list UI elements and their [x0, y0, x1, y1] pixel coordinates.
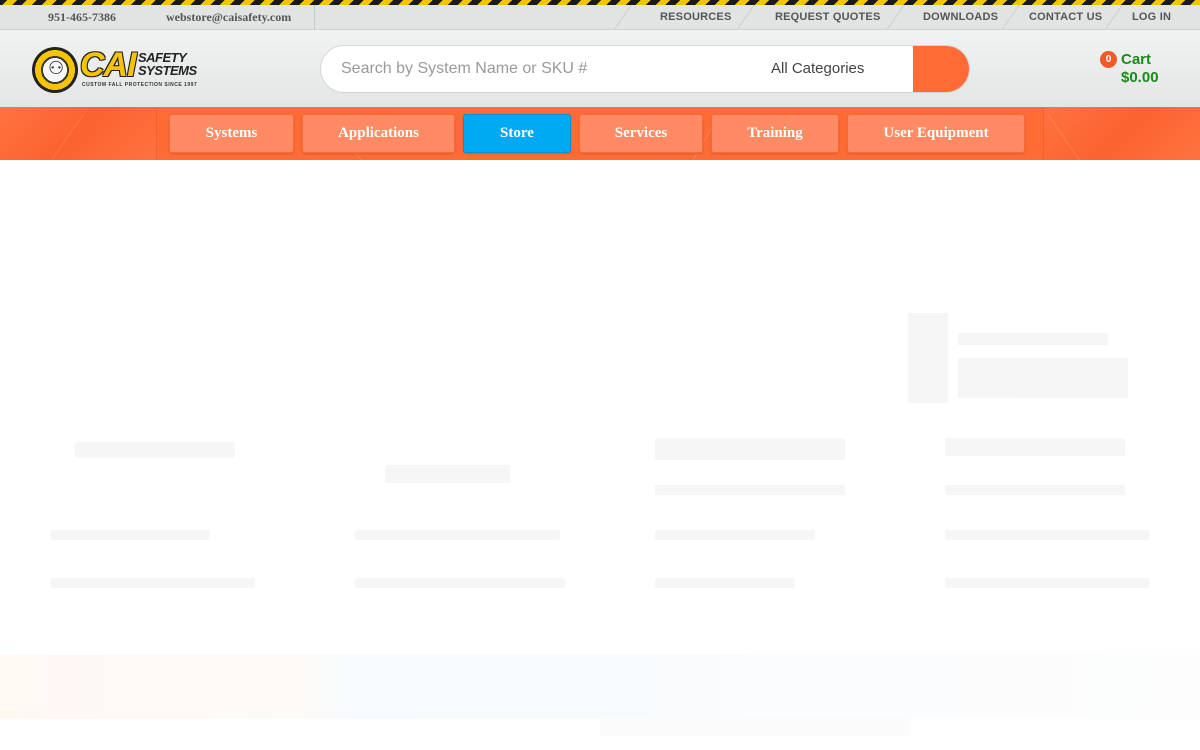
faded-content — [655, 485, 845, 495]
faded-content — [50, 578, 255, 588]
email-link[interactable]: webstore@caisafety.com — [166, 10, 291, 25]
site-header: ⚇ CAI SAFETY SYSTEMS CUSTOM FALL PROTECT… — [0, 30, 1200, 107]
faded-content — [655, 578, 795, 588]
contact-us-link[interactable]: CONTACT US — [1029, 11, 1102, 23]
main-nav: Systems Applications Store Services Trai… — [0, 107, 1200, 160]
nav-store[interactable]: Store — [463, 114, 571, 153]
category-select[interactable]: All Categories — [771, 60, 864, 77]
divider — [1001, 5, 1020, 30]
faded-content — [945, 578, 1150, 588]
nav-training[interactable]: Training — [711, 114, 839, 153]
faded-content — [75, 442, 235, 458]
faded-content — [655, 438, 845, 460]
nav-applications[interactable]: Applications — [302, 114, 455, 153]
cart-count-badge: 0 — [1100, 51, 1117, 68]
nav-services[interactable]: Services — [579, 114, 703, 153]
faded-content — [945, 530, 1150, 540]
resources-link[interactable]: RESOURCES — [660, 11, 731, 23]
log-in-link[interactable]: LOG IN — [1132, 11, 1171, 23]
search-bar: All Categories — [320, 45, 970, 93]
logo-brand-line2: SYSTEMS — [138, 63, 197, 78]
logo-tagline: CUSTOM FALL PROTECTION SINCE 1997 — [82, 82, 198, 88]
phone-link[interactable]: 951-465-7386 — [48, 10, 116, 25]
faded-product-image — [898, 303, 1130, 413]
utility-bar: 951-465-7386 webstore@caisafety.com RESO… — [0, 5, 1200, 30]
divider — [736, 5, 755, 30]
faded-content — [945, 438, 1125, 456]
cart-label: Cart — [1121, 51, 1152, 68]
search-button[interactable] — [913, 46, 969, 92]
divider — [314, 5, 315, 30]
nav-systems[interactable]: Systems — [169, 114, 294, 153]
nav-decoration — [0, 107, 157, 160]
faded-content — [385, 465, 510, 483]
downloads-link[interactable]: DOWNLOADS — [923, 11, 998, 23]
faded-content — [355, 578, 565, 588]
faded-content — [355, 530, 560, 540]
faded-content — [655, 530, 815, 540]
search-input[interactable] — [321, 46, 751, 92]
nav-decoration — [1043, 107, 1200, 160]
climber-icon: ⚇ — [48, 58, 65, 78]
site-logo[interactable]: ⚇ CAI SAFETY SYSTEMS CUSTOM FALL PROTECT… — [30, 45, 200, 95]
footer-bar — [600, 716, 910, 736]
logo-brand-main: CAI — [80, 46, 137, 84]
faded-content — [50, 530, 210, 540]
divider — [613, 5, 632, 30]
divider — [886, 5, 905, 30]
request-quotes-link[interactable]: REQUEST QUOTES — [775, 11, 880, 23]
cart-total: $0.00 — [1121, 69, 1159, 86]
nav-user-equipment[interactable]: User Equipment — [847, 114, 1025, 153]
faded-content — [945, 485, 1125, 495]
cart-widget[interactable]: 0 Cart $0.00 — [1100, 50, 1180, 90]
footer-band — [0, 655, 1200, 719]
divider — [1104, 5, 1123, 30]
